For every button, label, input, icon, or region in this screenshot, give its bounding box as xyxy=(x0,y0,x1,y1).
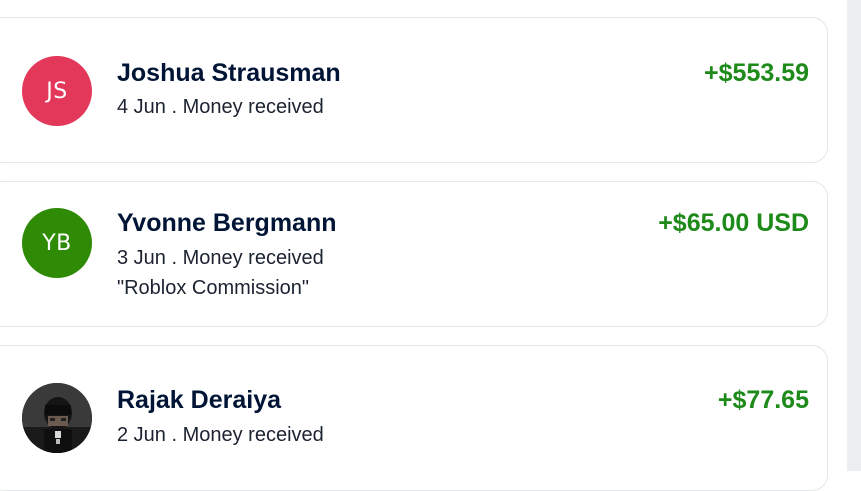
transaction-card[interactable]: JS Joshua Strausman 4 Jun . Money receiv… xyxy=(0,17,828,163)
avatar xyxy=(22,383,92,453)
avatar: YB xyxy=(22,208,92,278)
transaction-amount: +$65.00 USD xyxy=(658,209,809,237)
transaction-amount: +$77.65 xyxy=(717,386,809,414)
profile-photo-icon xyxy=(22,383,92,453)
avatar: JS xyxy=(22,56,92,126)
transaction-meta: 4 Jun . Money received xyxy=(117,96,324,118)
transaction-meta: 2 Jun . Money received xyxy=(117,424,324,446)
transaction-amount: +$553.59 xyxy=(704,59,809,87)
avatar-initials: YB xyxy=(42,230,72,256)
scroll-gutter xyxy=(847,0,861,471)
transaction-meta: 3 Jun . Money received xyxy=(117,247,324,269)
payer-name: Rajak Deraiya xyxy=(117,386,282,414)
payer-name: Joshua Strausman xyxy=(117,59,341,87)
transaction-card[interactable]: Rajak Deraiya 2 Jun . Money received +$7… xyxy=(0,345,828,491)
transaction-card[interactable]: YB Yvonne Bergmann 3 Jun . Money receive… xyxy=(0,181,828,327)
payer-name: Yvonne Bergmann xyxy=(117,209,337,237)
avatar-initials: JS xyxy=(46,78,68,104)
transaction-note: "Roblox Commission" xyxy=(117,277,310,299)
